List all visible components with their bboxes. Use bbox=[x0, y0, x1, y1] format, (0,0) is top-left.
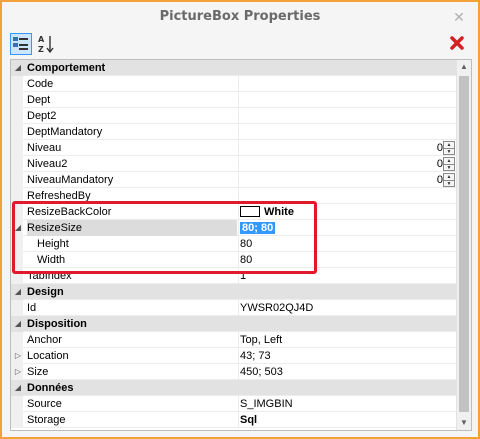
property-value[interactable] bbox=[238, 108, 457, 124]
svg-text:A: A bbox=[38, 35, 45, 44]
property-name: Dept bbox=[27, 94, 51, 106]
collapse-icon[interactable]: ◢ bbox=[13, 220, 23, 236]
property-value: 0 ▲ ▼ bbox=[238, 156, 457, 172]
category-design[interactable]: ◢ Design bbox=[11, 284, 457, 300]
properties-window: PictureBox Properties ✕ A Z ◢ Comporteme… bbox=[0, 0, 480, 439]
property-name: RefreshedBy bbox=[27, 190, 91, 202]
stepper-down-icon[interactable]: ▼ bbox=[444, 180, 454, 187]
property-row-resizesize[interactable]: ◢ ResizeSize 80; 80 bbox=[11, 220, 457, 236]
color-name: White bbox=[264, 206, 294, 218]
property-row-niveau2[interactable]: Niveau2 0 ▲ ▼ bbox=[11, 156, 457, 172]
property-value[interactable]: YWSR02QJ4D bbox=[238, 300, 457, 316]
collapse-icon[interactable]: ◢ bbox=[13, 60, 23, 76]
property-row-refreshedby[interactable]: RefreshedBy bbox=[11, 188, 457, 204]
collapse-icon[interactable]: ◢ bbox=[13, 380, 23, 396]
property-value[interactable]: Sql bbox=[238, 412, 457, 428]
property-value[interactable]: 1 bbox=[238, 268, 457, 284]
category-disposition[interactable]: ◢ Disposition bbox=[11, 316, 457, 332]
delete-icon bbox=[450, 36, 464, 50]
property-value[interactable]: 450; 503 bbox=[238, 364, 457, 380]
property-name: Dept2 bbox=[27, 110, 57, 122]
property-row-height[interactable]: Height 80 bbox=[11, 236, 457, 252]
category-label: Design bbox=[27, 286, 64, 298]
property-name: Width bbox=[37, 254, 66, 266]
property-name: Height bbox=[37, 238, 69, 250]
property-row-size[interactable]: ▷ Size 450; 503 bbox=[11, 364, 457, 380]
alphabetical-view-button[interactable]: A Z bbox=[36, 33, 58, 55]
delete-button[interactable] bbox=[448, 34, 466, 52]
numeric-stepper[interactable]: ▲ ▼ bbox=[443, 173, 455, 187]
property-value[interactable]: S_IMGBIN bbox=[238, 396, 457, 412]
property-value[interactable]: 43; 73 bbox=[238, 348, 457, 364]
collapse-icon[interactable]: ◢ bbox=[13, 316, 23, 332]
scroll-up-icon[interactable]: ▲ bbox=[457, 60, 471, 74]
property-row-id[interactable]: Id YWSR02QJ4D bbox=[11, 300, 457, 316]
property-name: Storage bbox=[27, 414, 66, 426]
numeric-stepper[interactable]: ▲ ▼ bbox=[443, 157, 455, 171]
property-value[interactable]: 80; 80 bbox=[238, 220, 457, 236]
property-row-deptmandatory[interactable]: DeptMandatory bbox=[11, 124, 457, 140]
property-row-width[interactable]: Width 80 bbox=[11, 252, 457, 268]
property-value[interactable]: 80 bbox=[238, 252, 457, 268]
toolbar: A Z bbox=[2, 33, 478, 57]
property-row-location[interactable]: ▷ Location 43; 73 bbox=[11, 348, 457, 364]
property-value[interactable] bbox=[238, 188, 457, 204]
collapse-icon[interactable]: ◢ bbox=[13, 284, 23, 300]
property-name: Id bbox=[27, 302, 37, 314]
property-row-niveaumandatory[interactable]: NiveauMandatory 0 ▲ ▼ bbox=[11, 172, 457, 188]
property-row-tabindex[interactable]: TabIndex 1 bbox=[11, 268, 457, 284]
property-name: Anchor bbox=[27, 334, 62, 346]
property-value[interactable]: White bbox=[238, 204, 457, 220]
color-swatch bbox=[240, 206, 260, 217]
svg-text:Z: Z bbox=[38, 45, 44, 54]
property-grid: ◢ Comportement Code Dept Dept2 DeptManda… bbox=[10, 59, 472, 431]
property-name: Location bbox=[27, 350, 69, 362]
expand-icon[interactable]: ▷ bbox=[13, 348, 23, 364]
stepper-down-icon[interactable]: ▼ bbox=[444, 148, 454, 155]
property-name: NiveauMandatory bbox=[27, 174, 114, 186]
property-name: ResizeBackColor bbox=[27, 206, 112, 218]
category-label: Disposition bbox=[27, 318, 87, 330]
property-name: Niveau2 bbox=[27, 158, 68, 170]
property-name: Source bbox=[27, 398, 62, 410]
property-name: Size bbox=[27, 366, 49, 378]
scroll-down-icon[interactable]: ▼ bbox=[457, 416, 471, 430]
property-name: TabIndex bbox=[27, 270, 72, 282]
property-name: Niveau bbox=[27, 142, 62, 154]
vertical-scrollbar[interactable]: ▲ ▼ bbox=[456, 60, 471, 430]
selected-value[interactable]: 80; 80 bbox=[240, 222, 276, 234]
property-value[interactable]: Top, Left bbox=[238, 332, 457, 348]
property-name: ResizeSize bbox=[27, 220, 237, 236]
window-title: PictureBox Properties bbox=[159, 9, 321, 24]
property-row-dept2[interactable]: Dept2 bbox=[11, 108, 457, 124]
numeric-stepper[interactable]: ▲ ▼ bbox=[443, 141, 455, 155]
property-value[interactable] bbox=[238, 92, 457, 108]
stepper-down-icon[interactable]: ▼ bbox=[444, 164, 454, 171]
property-row-niveau[interactable]: Niveau 0 ▲ ▼ bbox=[11, 140, 457, 156]
property-row-storage[interactable]: Storage Sql bbox=[11, 412, 457, 428]
property-row-source[interactable]: Source S_IMGBIN bbox=[11, 396, 457, 412]
property-value[interactable] bbox=[238, 124, 457, 140]
property-row-resizebackcolor[interactable]: ResizeBackColor White bbox=[11, 204, 457, 220]
categorized-view-button[interactable] bbox=[10, 33, 32, 55]
property-value[interactable]: 80 bbox=[238, 236, 457, 252]
category-label: Comportement bbox=[27, 62, 106, 74]
categorized-icon bbox=[13, 37, 28, 50]
category-donnees[interactable]: ◢ Données bbox=[11, 380, 457, 396]
sort-az-icon: A Z bbox=[38, 35, 54, 54]
category-label: Données bbox=[27, 382, 74, 394]
property-row-dept[interactable]: Dept bbox=[11, 92, 457, 108]
category-comportement[interactable]: ◢ Comportement bbox=[11, 60, 457, 76]
expand-icon[interactable]: ▷ bbox=[13, 364, 23, 380]
scrollbar-thumb[interactable] bbox=[459, 76, 469, 412]
property-value: 0 ▲ ▼ bbox=[238, 172, 457, 188]
property-value[interactable] bbox=[238, 76, 457, 92]
property-row-anchor[interactable]: Anchor Top, Left bbox=[11, 332, 457, 348]
property-row-code[interactable]: Code bbox=[11, 76, 457, 92]
property-value: 0 ▲ ▼ bbox=[238, 140, 457, 156]
property-name: Code bbox=[27, 78, 54, 90]
property-name: DeptMandatory bbox=[27, 126, 103, 138]
close-icon[interactable]: ✕ bbox=[452, 10, 466, 24]
